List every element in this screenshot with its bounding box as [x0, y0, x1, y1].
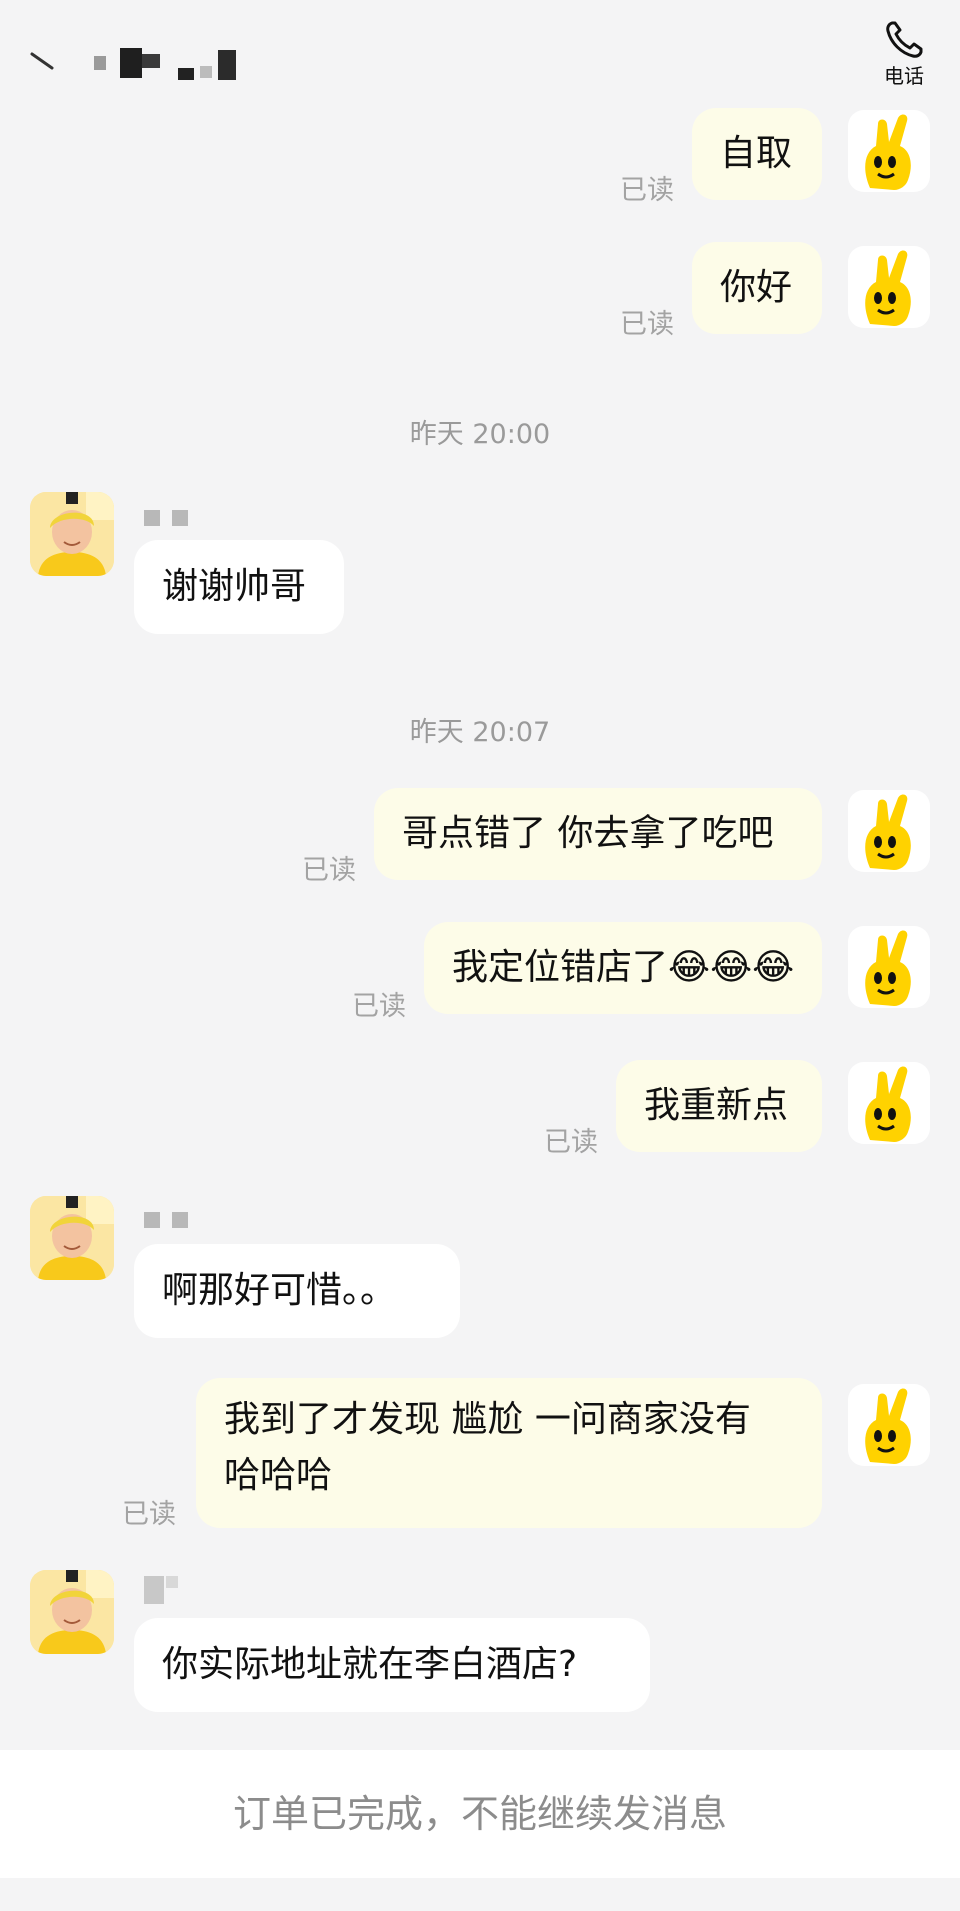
message-text-line: 哈哈哈 [224, 1455, 333, 1496]
message-bubble-outgoing[interactable]: 我定位错店了😂😂😂 [424, 922, 822, 1014]
user-avatar-icon [30, 492, 114, 576]
yellow-hand-avatar-icon [865, 114, 911, 190]
read-status: 已读 [620, 309, 674, 340]
message-bubble-outgoing[interactable]: 自取 [692, 108, 822, 200]
yellow-hand-avatar-icon [865, 1388, 911, 1464]
yellow-hand-avatar-icon [865, 1066, 911, 1142]
read-status: 已读 [302, 855, 356, 886]
contact-name-mosaic [144, 1576, 194, 1604]
self-avatar[interactable] [848, 110, 930, 192]
read-status: 已读 [544, 1127, 598, 1158]
message-bubble-outgoing[interactable]: 我重新点 [616, 1060, 822, 1152]
message-bubble-incoming[interactable]: 谢谢帅哥 [134, 540, 344, 634]
yellow-hand-avatar-icon [865, 250, 911, 326]
contact-avatar[interactable] [30, 1196, 114, 1280]
message-bubble-incoming[interactable]: 啊那好可惜。。 [134, 1244, 460, 1338]
timestamp: 昨天 20:07 [409, 717, 551, 748]
self-avatar[interactable] [848, 246, 930, 328]
message-list: 已读 自取 已读 你好 昨天 20:00 谢谢帅哥 昨天 20:07 已读 哥点… [0, 100, 960, 1750]
call-button[interactable]: 电话 [874, 18, 934, 96]
phone-icon [886, 21, 923, 58]
self-avatar[interactable] [848, 1384, 930, 1466]
read-status: 已读 [620, 175, 674, 206]
contact-avatar[interactable] [30, 1570, 114, 1654]
back-icon[interactable] [30, 52, 56, 72]
contact-avatar[interactable] [30, 492, 114, 576]
contact-name-mosaic [144, 1212, 194, 1228]
message-bubble-incoming[interactable]: 你实际地址就在李白酒店? [134, 1618, 650, 1712]
message-bubble-outgoing[interactable]: 我到了才发现 尴尬 一问商家没有 哈哈哈 [196, 1378, 822, 1528]
order-completed-notice: 订单已完成，不能继续发消息 [232, 1792, 727, 1836]
read-status: 已读 [352, 991, 406, 1022]
self-avatar[interactable] [848, 1062, 930, 1144]
message-bubble-outgoing[interactable]: 你好 [692, 242, 822, 334]
chat-header: 电话 [0, 0, 960, 100]
chat-closed-footer: 订单已完成，不能继续发消息 [0, 1750, 960, 1878]
yellow-hand-avatar-icon [865, 930, 911, 1006]
user-avatar-icon [30, 1570, 114, 1654]
call-label: 电话 [884, 64, 924, 88]
self-avatar[interactable] [848, 926, 930, 1008]
read-status: 已读 [122, 1499, 176, 1530]
message-text-line: 我到了才发现 尴尬 一问商家没有 [224, 1399, 751, 1440]
yellow-hand-avatar-icon [865, 794, 911, 870]
contact-name-mosaic [144, 510, 194, 526]
message-bubble-outgoing[interactable]: 哥点错了 你去拿了吃吧 [374, 788, 822, 880]
timestamp: 昨天 20:00 [409, 419, 551, 450]
user-avatar-icon [30, 1196, 114, 1280]
contact-name-mosaic [94, 46, 264, 80]
self-avatar[interactable] [848, 790, 930, 872]
